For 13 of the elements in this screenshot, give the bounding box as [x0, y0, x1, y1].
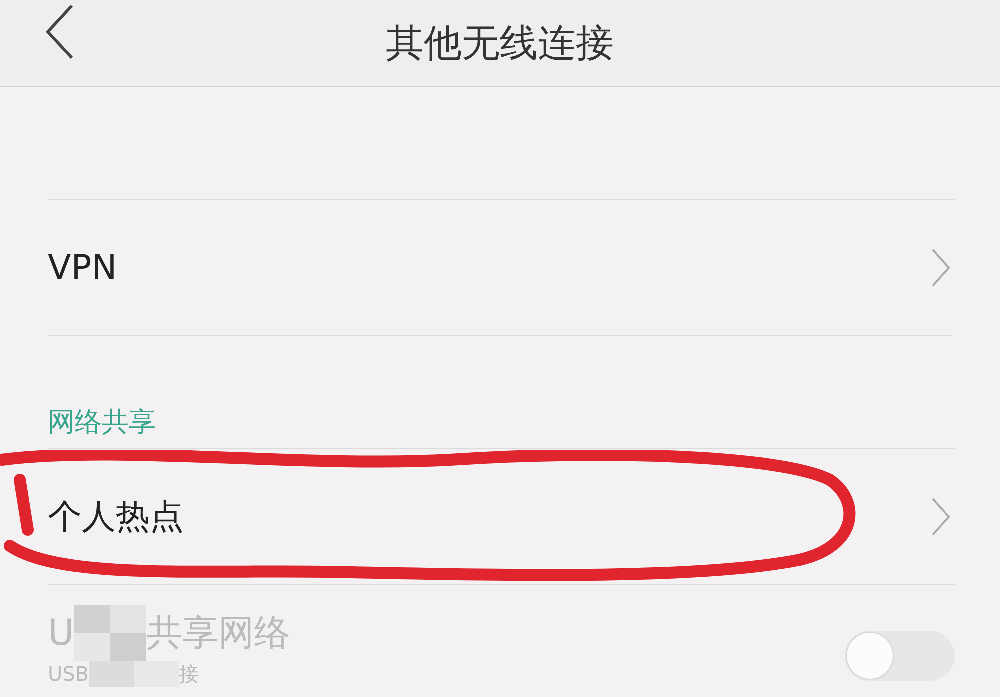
section-header: 网络共享 [48, 335, 952, 448]
row-subtitle: USB [48, 662, 90, 686]
chevron-icon [931, 496, 951, 536]
row-label: 个人热点 [48, 496, 184, 538]
row-label: VPN [48, 248, 118, 288]
settings-row[interactable]: VPN [48, 199, 955, 335]
row-subtitle: 接 [179, 660, 200, 688]
screen-title: 其他无线连接 [386, 20, 614, 66]
row-label: U [48, 612, 74, 654]
back-icon[interactable] [45, 4, 75, 60]
chevron-icon [931, 248, 951, 288]
row-label: 共享网络 [146, 612, 290, 656]
settings-row[interactable]: 个人热点 [48, 448, 955, 584]
